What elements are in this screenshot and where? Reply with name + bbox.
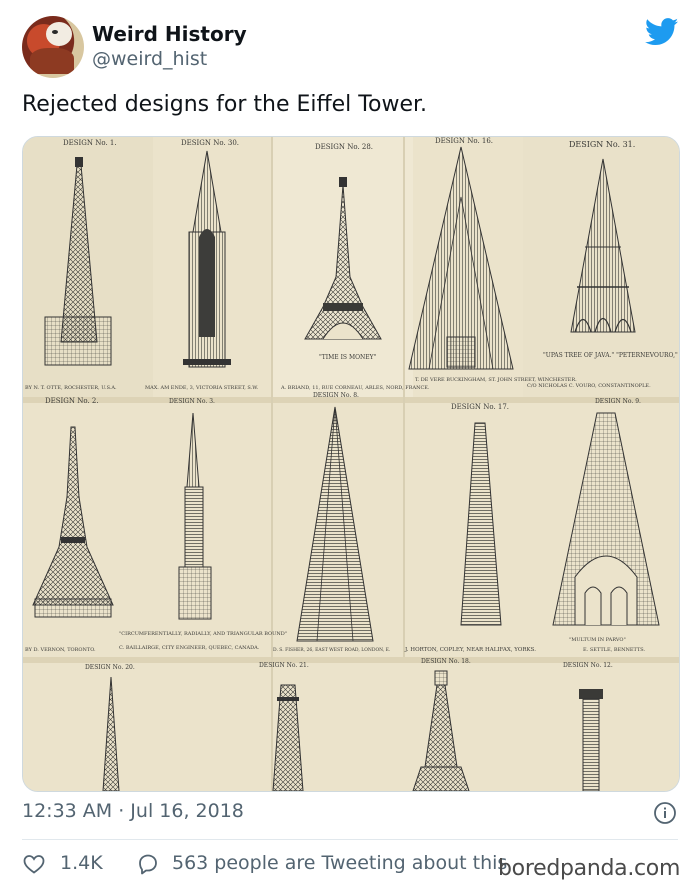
boredpanda-watermark: boredpanda.com bbox=[498, 856, 681, 881]
info-icon[interactable] bbox=[653, 801, 677, 825]
design-author: J. HORTON, COPLEY, NEAR HALIFAX, YORKS. bbox=[404, 647, 536, 653]
avatar[interactable] bbox=[22, 16, 84, 78]
design-number: DESIGN No. 31. bbox=[569, 140, 635, 149]
tower-design-14 bbox=[579, 689, 603, 791]
design-author: MAX. AM ENDE, 3, VICTORIA STREET, S.W. bbox=[145, 385, 259, 391]
tweeting-about-link[interactable]: 563 people are Tweeting about this bbox=[172, 852, 507, 874]
design-caption: "TIME IS MONEY" bbox=[319, 354, 377, 361]
design-number: DESIGN No. 9. bbox=[595, 398, 641, 405]
design-number: DESIGN No. 2. bbox=[45, 397, 99, 405]
design-number: DESIGN No. 16. bbox=[435, 137, 493, 145]
design-author: C/O NICHOLAS C. VOURO, CONSTANTINOPLE. bbox=[527, 383, 651, 389]
design-author: BY N. T. OTTE, ROCHESTER, U.S.A. bbox=[25, 385, 117, 391]
divider bbox=[22, 839, 678, 840]
design-number: DESIGN No. 3. bbox=[169, 398, 215, 405]
design-number: DESIGN No. 30. bbox=[181, 139, 239, 147]
tweet-card: Weird History @weird_hist Rejected desig… bbox=[0, 0, 700, 892]
design-number: DESIGN No. 12. bbox=[563, 662, 613, 669]
design-author: C. BAILLAIRGE, CITY ENGINEER, QUEBEC, CA… bbox=[119, 645, 260, 651]
design-author: E. SETTLE, BENNETTS. bbox=[583, 647, 646, 653]
design-caption: "UPAS TREE OF JAVA." "PETERNEVOURO," bbox=[543, 352, 678, 359]
tweet-text: Rejected designs for the Eiffel Tower. bbox=[22, 92, 427, 117]
tweet-image[interactable]: DESIGN No. 1. DESIGN No. 30. DESIGN No. … bbox=[22, 136, 680, 792]
eiffel-designs-plate: DESIGN No. 1. DESIGN No. 30. DESIGN No. … bbox=[23, 137, 679, 791]
design-author: BY D. VERNON, TORONTO. bbox=[25, 647, 96, 653]
design-number: DESIGN No. 28. bbox=[315, 143, 373, 151]
design-number: DESIGN No. 1. bbox=[63, 139, 117, 147]
design-number: DESIGN No. 18. bbox=[421, 658, 471, 665]
design-caption: "CIRCUMFERENTIALLY, RADIALLY, AND TRIANG… bbox=[119, 631, 287, 637]
author-name[interactable]: Weird History bbox=[92, 22, 247, 46]
design-number: DESIGN No. 17. bbox=[451, 403, 509, 411]
design-number: DESIGN No. 8. bbox=[313, 392, 359, 399]
reply-bubble-icon[interactable] bbox=[136, 852, 160, 876]
like-count[interactable]: 1.4K bbox=[60, 852, 103, 874]
tower-design-12 bbox=[272, 684, 304, 791]
twitter-bird-icon[interactable] bbox=[645, 18, 679, 46]
tweet-timestamp[interactable]: 12:33 AM · Jul 16, 2018 bbox=[22, 800, 244, 822]
heart-icon[interactable] bbox=[22, 852, 46, 876]
design-author: A. BRIAND, 11, RUE CORNEAU, ARLES, NORD,… bbox=[280, 385, 430, 391]
design-author: D. S. FISHER, 26, EAST WEST ROAD, LONDON… bbox=[273, 647, 391, 653]
author-handle[interactable]: @weird_hist bbox=[92, 48, 207, 70]
design-caption: "MULTUM IN PARVO" bbox=[569, 637, 626, 643]
design-number: DESIGN No. 20. bbox=[85, 664, 135, 671]
design-number: DESIGN No. 21. bbox=[259, 662, 309, 669]
